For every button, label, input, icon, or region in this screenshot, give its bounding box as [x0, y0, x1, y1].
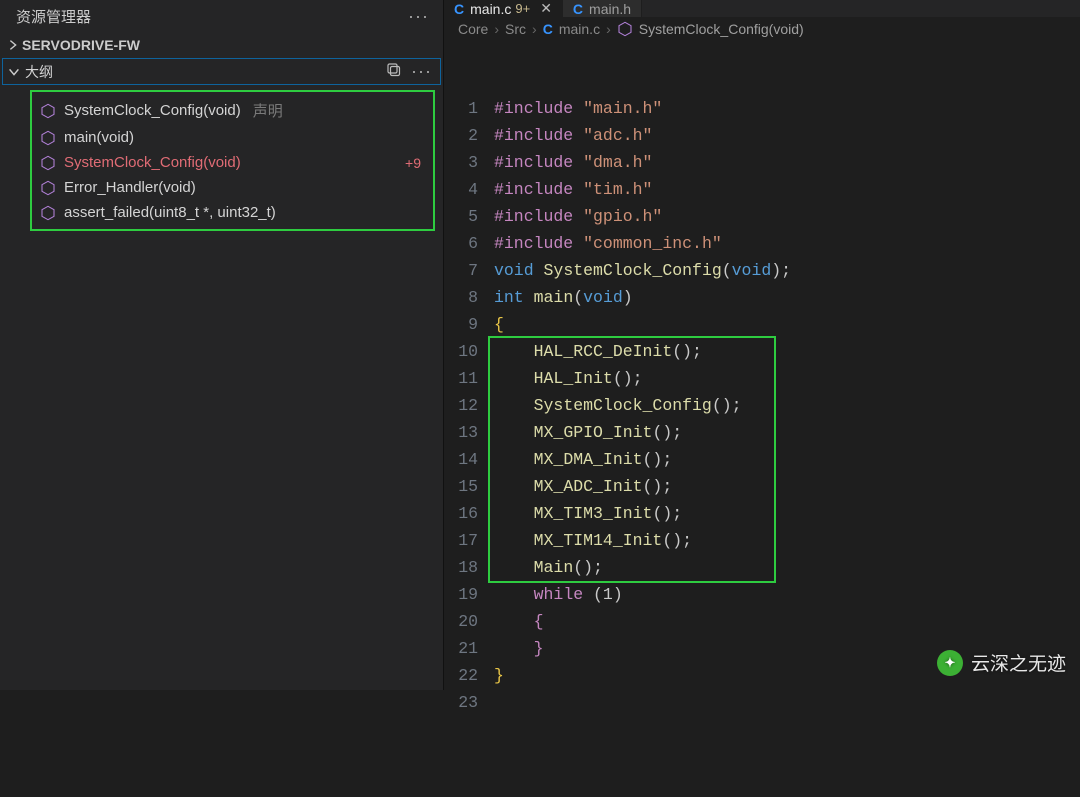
outline-item[interactable]: SystemClock_Config(void) 声明	[32, 96, 433, 125]
code-line[interactable]: 14 MX_DMA_Init();	[452, 446, 1080, 473]
explorer-header: 资源管理器 ···	[0, 0, 443, 33]
outline-more-icon[interactable]: ···	[411, 61, 432, 82]
outline-item[interactable]: assert_failed(uint8_t *, uint32_t)	[32, 200, 433, 225]
code-line[interactable]: 8int main(void)	[452, 284, 1080, 311]
line-number: 1	[452, 95, 494, 122]
line-number: 18	[452, 554, 494, 581]
explorer-more-icon[interactable]: ···	[408, 6, 429, 27]
code-line[interactable]: 23	[452, 689, 1080, 716]
line-number: 16	[452, 500, 494, 527]
outline-item-label: Error_Handler(void)	[64, 179, 196, 196]
code-line[interactable]: 5#include "gpio.h"	[452, 203, 1080, 230]
line-number: 10	[452, 338, 494, 365]
code-line[interactable]: 9{	[452, 311, 1080, 338]
c-file-icon: C	[573, 1, 583, 17]
chevron-right-icon	[4, 38, 22, 52]
collapse-all-icon[interactable]	[385, 61, 401, 82]
watermark-text: 云深之无迹	[971, 649, 1066, 676]
code-editor[interactable]: 1#include "main.h"2#include "adc.h"3#inc…	[444, 41, 1080, 797]
code-line[interactable]: 17 MX_TIM14_Init();	[452, 527, 1080, 554]
code-line[interactable]: 12 SystemClock_Config();	[452, 392, 1080, 419]
line-number: 13	[452, 419, 494, 446]
workspace-row[interactable]: SERVODRIVE-FW	[0, 33, 443, 57]
line-number: 17	[452, 527, 494, 554]
line-number: 14	[452, 446, 494, 473]
c-file-icon: C	[454, 1, 464, 17]
tab-label: main.c	[470, 1, 511, 17]
code-line[interactable]: 2#include "adc.h"	[452, 122, 1080, 149]
tab-label: main.h	[589, 1, 631, 17]
outline-item-label: main(void)	[64, 129, 134, 146]
c-file-icon: C	[543, 21, 553, 37]
code-line[interactable]: 1#include "main.h"	[452, 95, 1080, 122]
line-number: 8	[452, 284, 494, 311]
workspace-name: SERVODRIVE-FW	[22, 37, 140, 53]
outline-item-label: SystemClock_Config(void)	[64, 102, 241, 119]
line-number: 5	[452, 203, 494, 230]
code-line[interactable]: 4#include "tim.h"	[452, 176, 1080, 203]
line-number: 6	[452, 230, 494, 257]
code-line[interactable]: 10 HAL_RCC_DeInit();	[452, 338, 1080, 365]
symbol-method-icon	[40, 180, 56, 196]
code-line[interactable]: 11 HAL_Init();	[452, 365, 1080, 392]
symbol-method-icon	[40, 103, 56, 119]
chevron-right-icon: ›	[532, 21, 537, 37]
code-line[interactable]: 13 MX_GPIO_Init();	[452, 419, 1080, 446]
outline-item[interactable]: main(void)	[32, 125, 433, 150]
explorer-sidebar: 资源管理器 ··· SERVODRIVE-FW 大纲 ··· SystemClo…	[0, 0, 444, 690]
code-line[interactable]: 19 while (1)	[452, 581, 1080, 608]
breadcrumb-symbol[interactable]: SystemClock_Config(void)	[639, 21, 804, 37]
line-number: 19	[452, 581, 494, 608]
line-number: 12	[452, 392, 494, 419]
code-line[interactable]: 3#include "dma.h"	[452, 149, 1080, 176]
line-number: 11	[452, 365, 494, 392]
breadcrumb-part[interactable]: Core	[458, 21, 488, 37]
symbol-icon	[617, 21, 633, 37]
editor-area: Cmain.c 9+ ✕ Cmain.h Core › Src › C main.c …	[444, 0, 1080, 690]
symbol-method-icon	[40, 155, 56, 171]
line-number: 3	[452, 149, 494, 176]
line-number: 15	[452, 473, 494, 500]
symbol-method-icon	[40, 205, 56, 221]
code-line[interactable]: 6#include "common_inc.h"	[452, 230, 1080, 257]
code-line[interactable]: 18 Main();	[452, 554, 1080, 581]
tab-active[interactable]: Cmain.c 9+ ✕	[444, 0, 563, 17]
close-icon[interactable]: ✕	[540, 0, 552, 17]
watermark: ✦ 云深之无迹	[937, 649, 1066, 676]
line-number: 4	[452, 176, 494, 203]
outline-item-label: assert_failed(uint8_t *, uint32_t)	[64, 204, 276, 221]
symbol-method-icon	[40, 130, 56, 146]
tab-dirty-indicator: 9+	[515, 1, 530, 16]
tab[interactable]: Cmain.h	[563, 0, 642, 17]
outline-header[interactable]: 大纲 ···	[2, 58, 441, 85]
tab-bar: Cmain.c 9+ ✕ Cmain.h	[444, 0, 1080, 17]
outline-item-label: SystemClock_Config(void)	[64, 154, 241, 171]
line-number: 2	[452, 122, 494, 149]
breadcrumbs[interactable]: Core › Src › C main.c › SystemClock_Conf…	[444, 17, 1080, 41]
outline-item[interactable]: SystemClock_Config(void) +9	[32, 150, 433, 175]
chevron-right-icon: ›	[494, 21, 499, 37]
code-line[interactable]: 15 MX_ADC_Init();	[452, 473, 1080, 500]
wechat-icon: ✦	[937, 650, 963, 676]
chevron-right-icon: ›	[606, 21, 611, 37]
breadcrumb-file[interactable]: main.c	[559, 21, 600, 37]
chevron-down-icon	[5, 65, 23, 79]
code-line[interactable]: 20 {	[452, 608, 1080, 635]
outline-title: 大纲	[25, 62, 53, 82]
breadcrumb-part[interactable]: Src	[505, 21, 526, 37]
outline-item-suffix: 声明	[253, 100, 283, 121]
explorer-title: 资源管理器	[16, 6, 91, 27]
code-line[interactable]: 16 MX_TIM3_Init();	[452, 500, 1080, 527]
code-line[interactable]: 7void SystemClock_Config(void);	[452, 257, 1080, 284]
outline-item-badge: +9	[405, 155, 425, 171]
line-number: 20	[452, 608, 494, 635]
line-number: 9	[452, 311, 494, 338]
line-number: 23	[452, 689, 494, 716]
outline-body: SystemClock_Config(void) 声明 main(void) Syst…	[30, 90, 435, 231]
line-number: 7	[452, 257, 494, 284]
outline-item[interactable]: Error_Handler(void)	[32, 175, 433, 200]
line-number: 22	[452, 662, 494, 689]
line-number: 21	[452, 635, 494, 662]
